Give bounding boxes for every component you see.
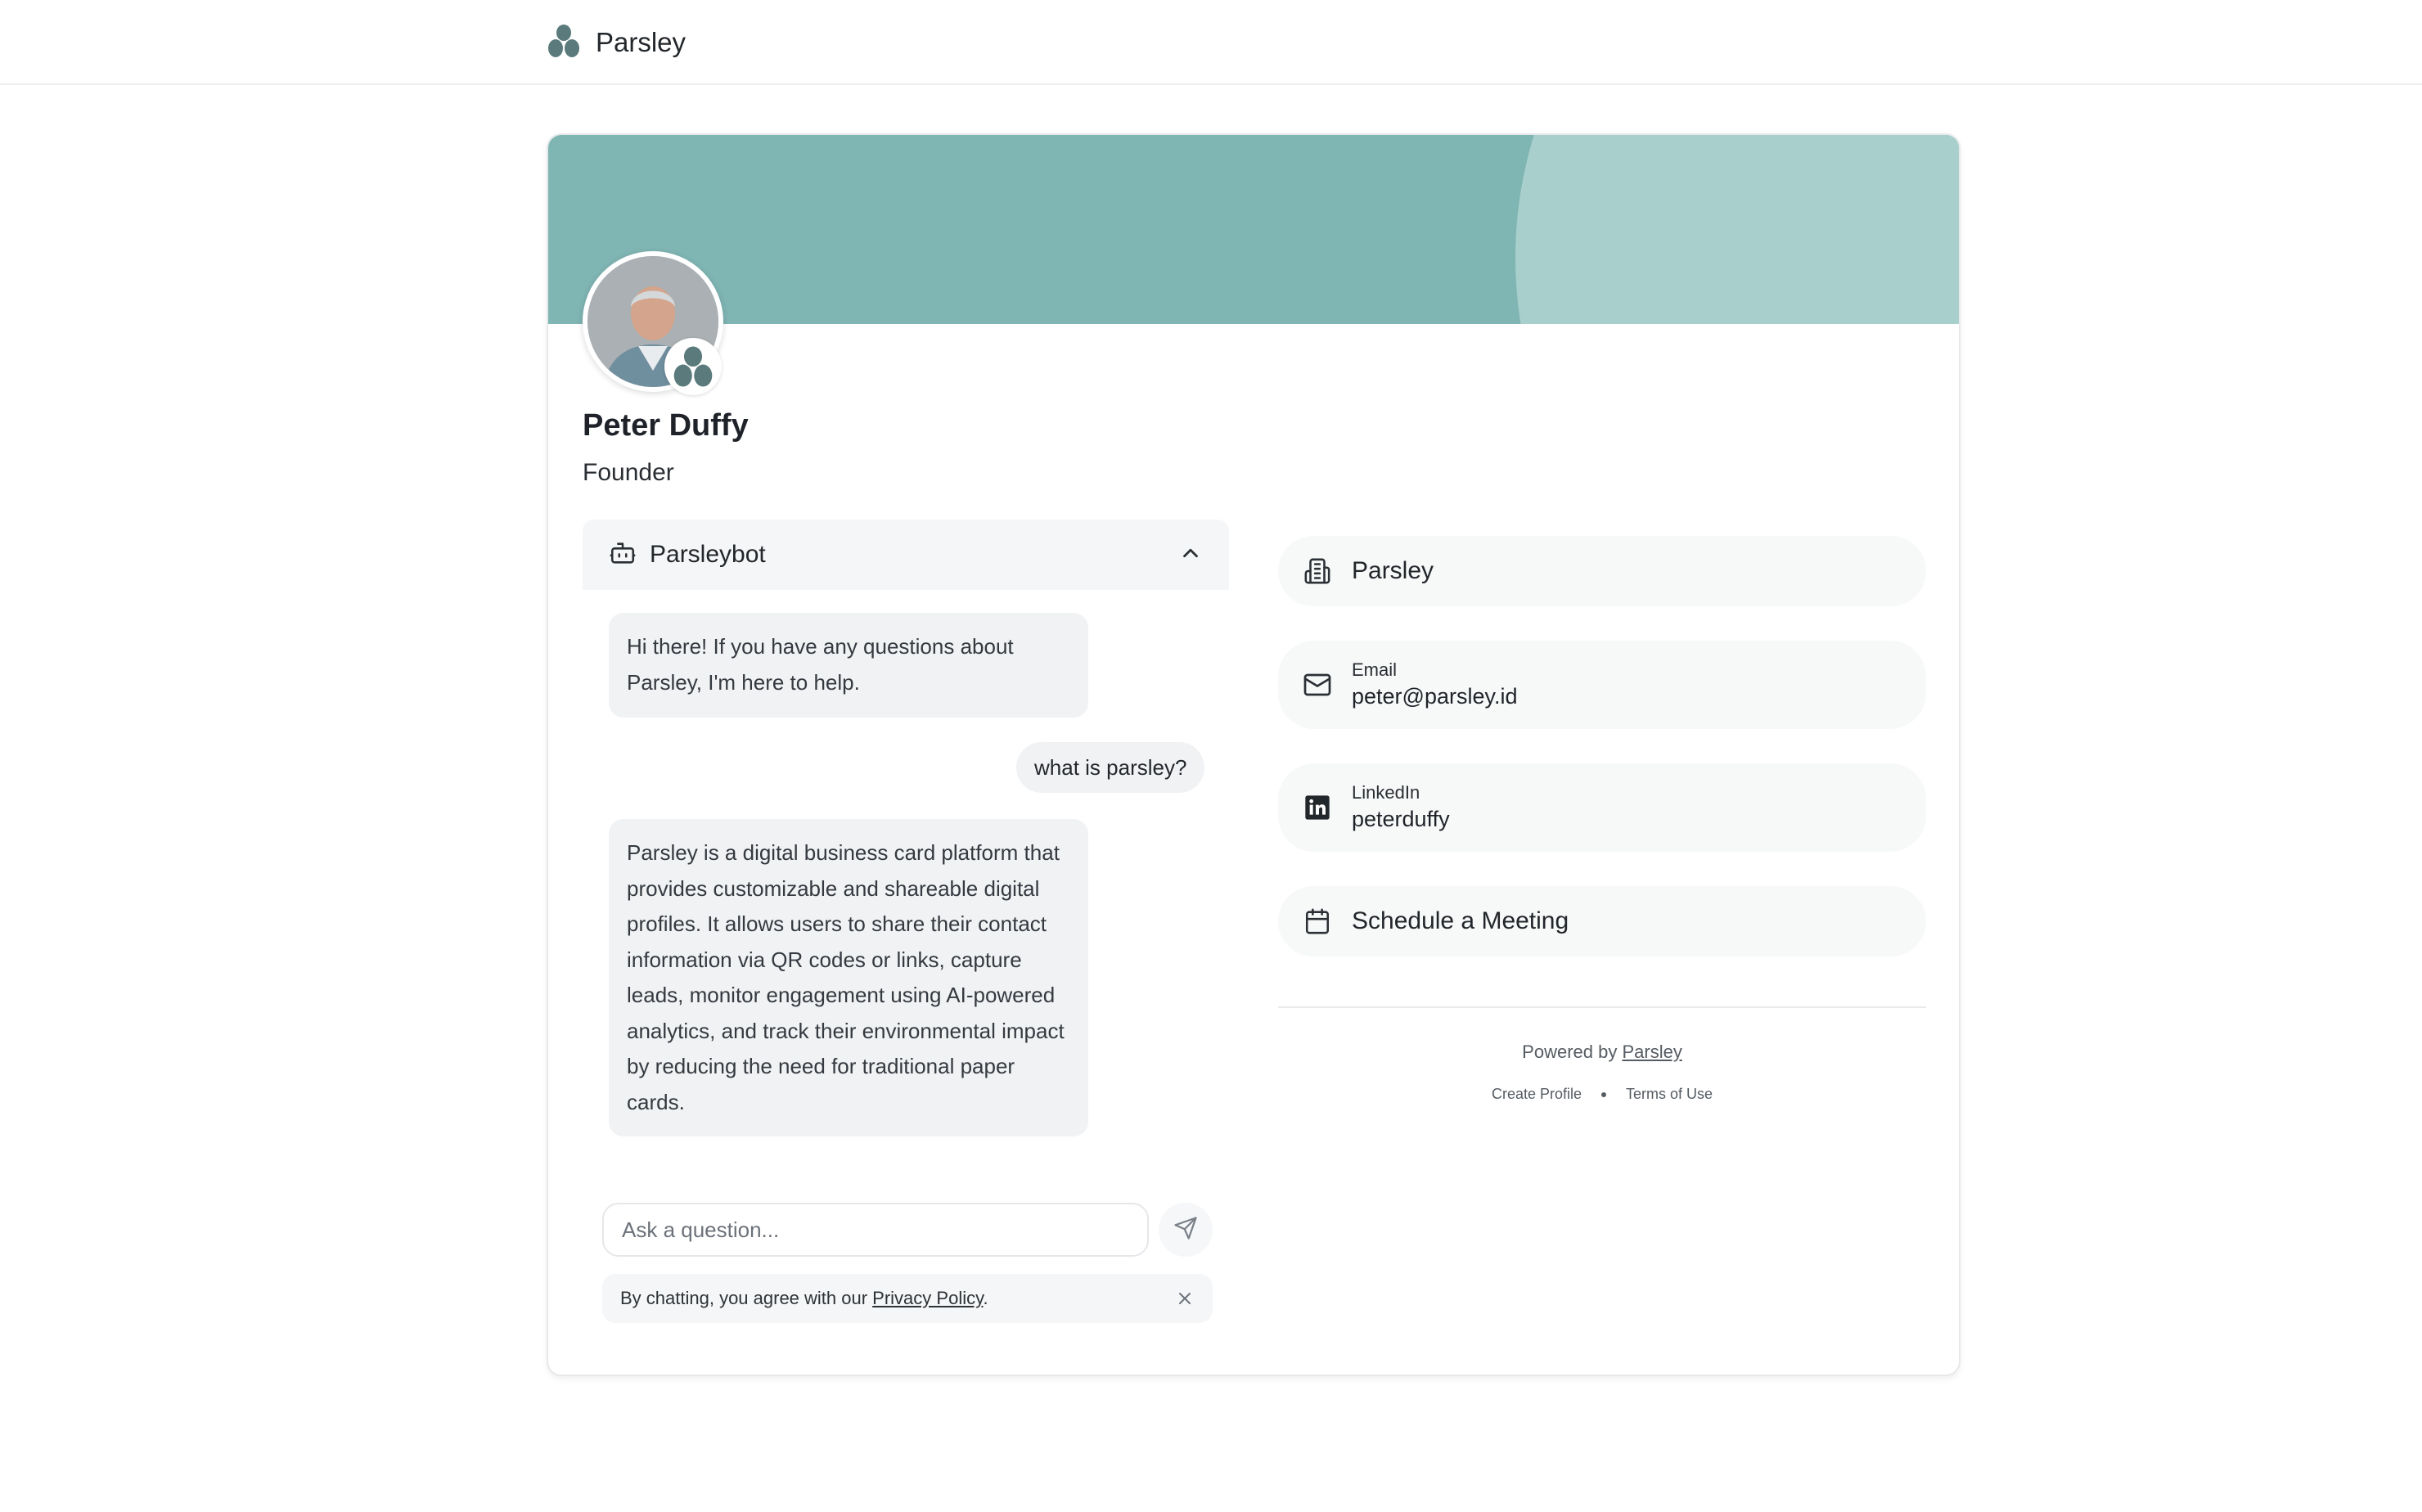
profile-banner bbox=[548, 135, 1959, 324]
chevron-up-icon[interactable] bbox=[1178, 541, 1203, 569]
chat-title: Parsleybot bbox=[650, 541, 766, 568]
bot-message: Parsley is a digital business card platf… bbox=[609, 819, 1088, 1136]
create-profile-link[interactable]: Create Profile bbox=[1492, 1086, 1582, 1103]
send-button[interactable] bbox=[1159, 1203, 1213, 1257]
terms-of-use-link[interactable]: Terms of Use bbox=[1626, 1086, 1713, 1103]
company-label: Parsley bbox=[1352, 557, 1434, 584]
linkedin-label: LinkedIn bbox=[1352, 782, 1420, 803]
bot-message: Hi there! If you have any questions abou… bbox=[609, 613, 1088, 718]
powered-prefix: Powered by bbox=[1522, 1042, 1623, 1062]
mail-icon bbox=[1303, 670, 1332, 700]
email-link[interactable]: Email peter@parsley.id bbox=[1278, 641, 1926, 729]
powered-by: Powered by Parsley bbox=[1278, 1042, 1926, 1063]
user-message: what is parsley? bbox=[1016, 742, 1205, 793]
banner-accent-shape bbox=[1515, 135, 1959, 324]
chat-input[interactable] bbox=[602, 1203, 1149, 1257]
privacy-prefix: By chatting, you agree with our bbox=[620, 1288, 873, 1308]
privacy-notice: By chatting, you agree with our Privacy … bbox=[602, 1274, 1213, 1323]
linkedin-link[interactable]: LinkedIn peterduffy bbox=[1278, 763, 1926, 852]
email-value: peter@parsley.id bbox=[1352, 684, 1518, 709]
send-icon bbox=[1173, 1216, 1198, 1244]
email-text: Email peter@parsley.id bbox=[1352, 659, 1518, 711]
top-navbar: Parsley bbox=[0, 0, 2422, 85]
brand-home-link[interactable]: Parsley bbox=[547, 21, 686, 64]
privacy-suffix: . bbox=[983, 1288, 988, 1308]
privacy-text: By chatting, you agree with our Privacy … bbox=[620, 1288, 1175, 1309]
bot-icon bbox=[609, 539, 637, 571]
powered-by-parsley-link[interactable]: Parsley bbox=[1622, 1042, 1681, 1062]
profile-role: Founder bbox=[583, 459, 674, 486]
building-icon bbox=[1303, 556, 1332, 586]
parsleybot-toggle[interactable]: Parsleybot bbox=[583, 520, 1229, 590]
brand-name: Parsley bbox=[596, 27, 687, 57]
footer-links: Create Profile Terms of Use bbox=[1278, 1086, 1926, 1103]
meeting-label: Schedule a Meeting bbox=[1352, 907, 1569, 934]
schedule-meeting-link[interactable]: Schedule a Meeting bbox=[1278, 886, 1926, 956]
privacy-policy-link[interactable]: Privacy Policy bbox=[872, 1288, 983, 1308]
calendar-icon bbox=[1303, 907, 1332, 936]
profile-card: Peter Duffy Founder Parsleybot Hi there!… bbox=[547, 133, 1961, 1376]
separator-dot bbox=[1601, 1091, 1607, 1097]
company-link[interactable]: Parsley bbox=[1278, 536, 1926, 606]
close-icon[interactable] bbox=[1175, 1289, 1195, 1308]
linkedin-text: LinkedIn peterduffy bbox=[1352, 781, 1450, 834]
parsley-logo-icon bbox=[547, 23, 581, 63]
profile-name: Peter Duffy bbox=[583, 408, 749, 443]
linkedin-icon bbox=[1303, 793, 1332, 822]
parsley-badge-icon bbox=[664, 338, 722, 395]
linkedin-value: peterduffy bbox=[1352, 807, 1450, 831]
email-label: Email bbox=[1352, 659, 1398, 680]
divider bbox=[1278, 1006, 1926, 1008]
